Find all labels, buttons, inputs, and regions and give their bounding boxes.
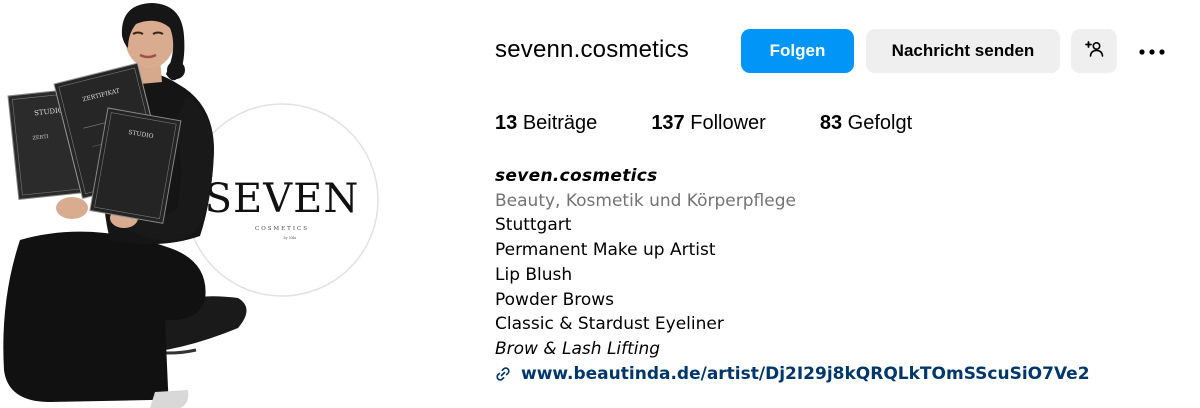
bio-line: Lip Blush: [495, 264, 573, 285]
profile-full-name: seven.cosmetics: [495, 166, 658, 186]
bio-link[interactable]: www.beautinda.de/artist/Dj2I29j8kQRQLkTO…: [495, 362, 1090, 387]
stat-posts: 13 Beiträge: [495, 112, 598, 134]
stat-followers[interactable]: 137 Follower: [651, 112, 766, 135]
logo-tag-text: by Nilu: [284, 236, 298, 240]
profile-category: Beauty, Kosmetik und Körperpflege: [495, 190, 796, 211]
profile-picture[interactable]: SEVEN COSMETICS by Nilu EA: [0, 0, 400, 408]
more-horizontal-icon: [1138, 41, 1166, 61]
bio-line: Permanent Make up Artist: [495, 240, 716, 261]
profile-username: sevenn.cosmetics: [495, 36, 689, 63]
add-person-icon: [1084, 39, 1104, 64]
bio-line: Classic & Stardust Eyeliner: [495, 314, 724, 335]
bio-link-text[interactable]: www.beautinda.de/artist/Dj2I29j8kQRQLkTO…: [521, 362, 1090, 387]
profile-header: sevenn.cosmetics Folgen Nachricht senden…: [495, 0, 1195, 408]
logo-sub-text: COSMETICS: [255, 226, 309, 232]
profile-bio: seven.cosmetics Beauty, Kosmetik und Kör…: [495, 164, 1090, 386]
suggested-accounts-button[interactable]: [1071, 29, 1117, 73]
bio-line: Stuttgart: [495, 215, 572, 236]
link-icon: [495, 366, 511, 382]
message-button[interactable]: Nachricht senden: [866, 29, 1060, 73]
brand-logo: SEVEN COSMETICS by Nilu: [185, 103, 379, 297]
bio-line: Powder Brows: [495, 289, 615, 310]
logo-brand-text: SEVEN: [205, 176, 360, 222]
stat-following[interactable]: 83 Gefolgt: [820, 112, 912, 135]
bio-line: Brow & Lash Lifting: [495, 338, 661, 359]
profile-stats: 13 Beiträge 137 Follower 83 Gefolgt: [495, 112, 966, 135]
options-button[interactable]: [1129, 29, 1175, 73]
follow-button[interactable]: Folgen: [741, 29, 854, 73]
